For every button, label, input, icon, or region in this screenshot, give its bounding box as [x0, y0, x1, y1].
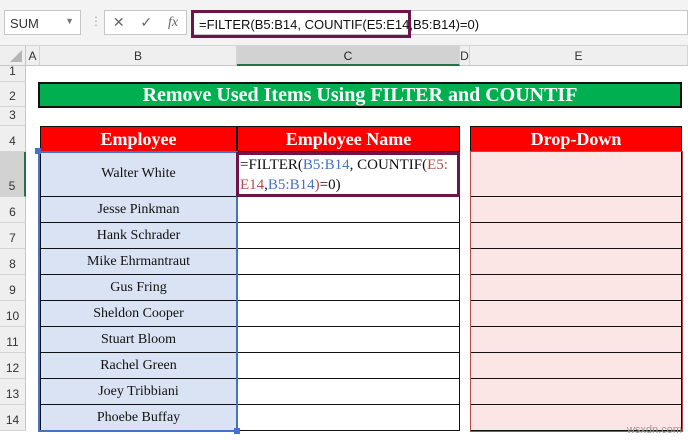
row-header-2[interactable]: 2	[0, 82, 26, 107]
employee-name-cell[interactable]	[237, 379, 460, 405]
header-employee-name: Employee Name	[237, 126, 460, 152]
row-header-11[interactable]: 11	[0, 327, 26, 353]
row-header-13[interactable]: 13	[0, 379, 26, 405]
employee-name-cell[interactable]	[237, 197, 460, 223]
drag-handle-icon: ⋮	[90, 14, 102, 28]
row-header-7[interactable]: 7	[0, 223, 26, 249]
employee-name-cell[interactable]	[237, 223, 460, 249]
formula-buttons: ✕ ✓ fx	[104, 10, 187, 35]
header-drop-down: Drop-Down	[470, 126, 682, 152]
row-header-4[interactable]: 4	[0, 126, 26, 152]
row-header-6[interactable]: 6	[0, 197, 26, 223]
select-all-corner[interactable]	[0, 46, 26, 66]
enter-check-icon[interactable]: ✓	[140, 14, 152, 31]
header-employee: Employee	[40, 126, 237, 152]
range-highlight-b	[38, 151, 238, 432]
insert-function-icon[interactable]: fx	[168, 15, 178, 31]
employee-name-cell[interactable]	[237, 275, 460, 301]
employee-name-cell[interactable]	[237, 353, 460, 379]
row-header-12[interactable]: 12	[0, 353, 26, 379]
column-header-a[interactable]: A	[26, 46, 40, 66]
column-header-c[interactable]: C	[237, 46, 460, 66]
column-header-b[interactable]: B	[40, 46, 237, 66]
row-header-8[interactable]: 8	[0, 249, 26, 275]
name-box[interactable]: SUM ▼	[4, 10, 81, 35]
range-handle[interactable]	[234, 428, 240, 434]
range-handle[interactable]	[35, 148, 41, 154]
formula-text[interactable]: =FILTER(B5:B14, COUNTIF(E5:E14,B5:B14)=0…	[191, 10, 479, 38]
watermark: wsxdn.com	[626, 424, 682, 436]
employee-name-cell[interactable]	[237, 327, 460, 353]
formula-toolbar: SUM ▼ ⋮ ✕ ✓ fx =FILTER(B5:B14, COUNTIF(E5…	[0, 0, 688, 46]
row-header-5[interactable]: 5	[0, 152, 26, 197]
row-header-1[interactable]: 1	[0, 64, 26, 82]
range-highlight-e	[470, 151, 683, 432]
row-header-9[interactable]: 9	[0, 275, 26, 301]
cell-c5-editor[interactable]: =FILTER(B5:B14, COUNTIF(E5: E14,B5:B14)=0…	[236, 152, 460, 197]
row-header-3[interactable]: 3	[0, 107, 26, 126]
employee-name-cell[interactable]	[237, 405, 460, 431]
row-header-10[interactable]: 10	[0, 301, 26, 327]
chevron-down-icon[interactable]: ▼	[65, 16, 74, 26]
sheet-title: Remove Used Items Using FILTER and COUNT…	[38, 82, 682, 108]
row-header-14[interactable]: 14	[0, 405, 26, 431]
column-header-e[interactable]: E	[470, 46, 688, 66]
column-header-d[interactable]: D	[460, 46, 470, 66]
employee-name-cell[interactable]	[237, 301, 460, 327]
employee-name-cell[interactable]	[237, 249, 460, 275]
cancel-icon[interactable]: ✕	[113, 14, 125, 31]
